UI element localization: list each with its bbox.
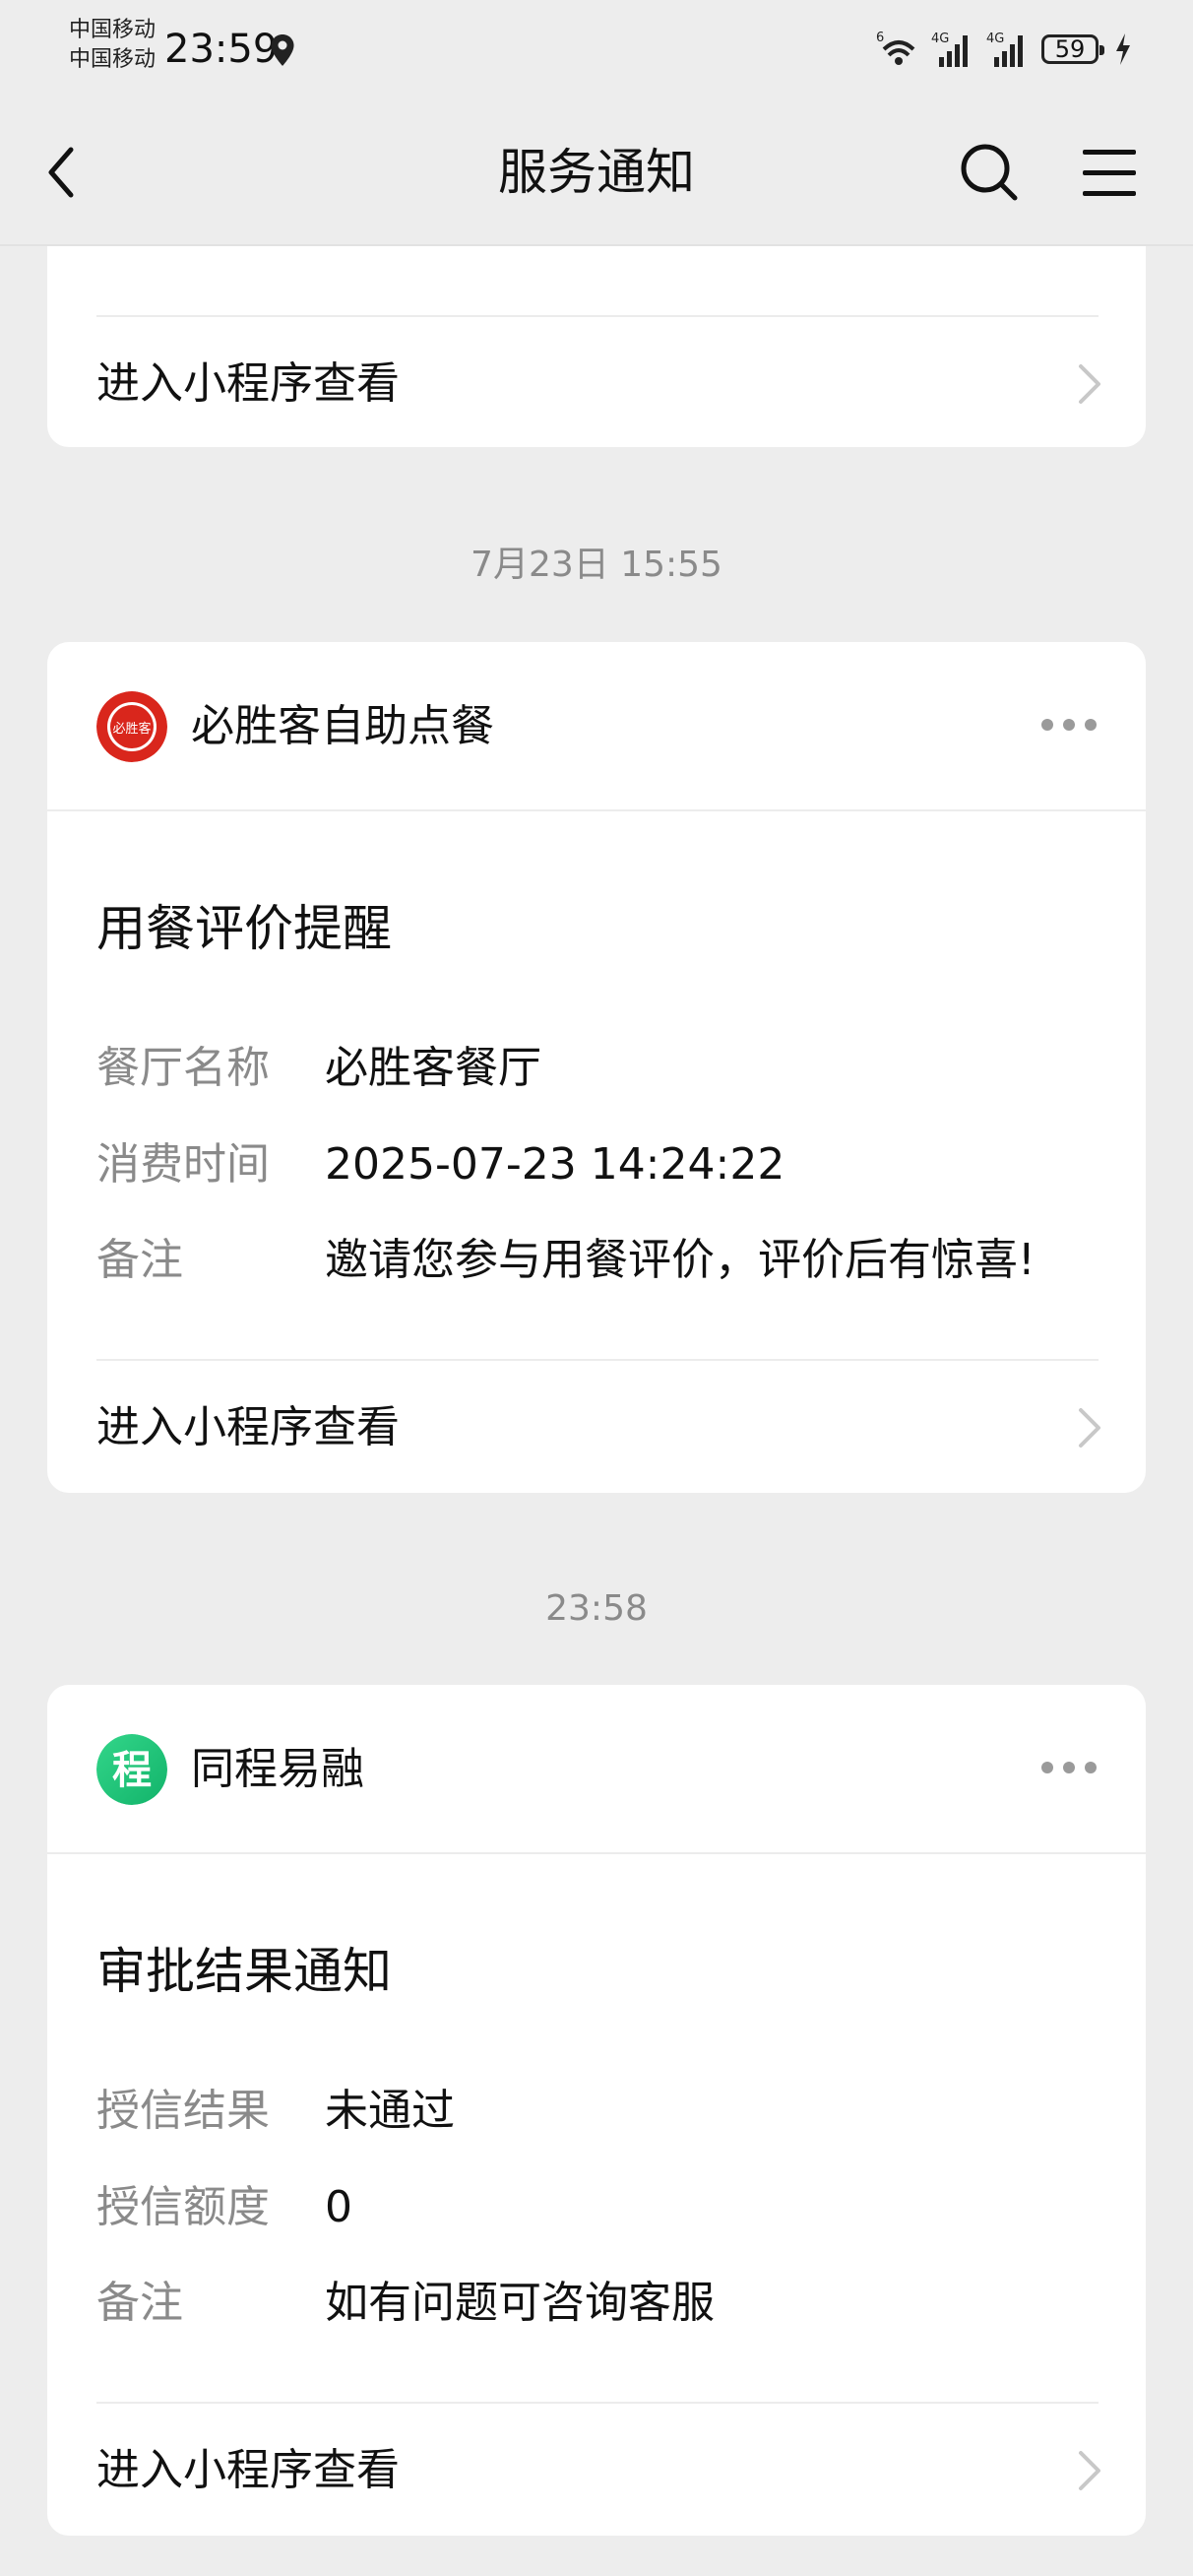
detail-key: 消费时间: [96, 1139, 270, 1190]
enter-mini-program-link[interactable]: 进入小程序查看: [96, 354, 400, 414]
nav-bar: 服务通知: [0, 98, 1193, 246]
signal-label-1: 4G: [931, 32, 949, 46]
detail-value: 邀请您参与用餐评价，评价后有惊喜!: [325, 1235, 1036, 1285]
app-logo-text: 必胜客: [112, 721, 151, 737]
chevron-right-icon[interactable]: [1077, 362, 1102, 406]
more-options-icon[interactable]: [1041, 715, 1097, 735]
carrier-1: 中国移动: [69, 18, 157, 42]
detail-key: 餐厅名称: [96, 1043, 270, 1093]
search-icon[interactable]: [959, 142, 1020, 203]
wifi-icon: 6: [876, 31, 915, 65]
signal-icon-2: 4G: [986, 32, 1023, 67]
more-options-icon[interactable]: [1041, 1758, 1097, 1777]
app-name: 同程易融: [191, 1744, 364, 1794]
notification-title: 审批结果通知: [96, 1943, 392, 2000]
status-time: 23:59: [164, 27, 279, 72]
signal-label-2: 4G: [986, 32, 1004, 46]
enter-mini-program-link[interactable]: 进入小程序查看: [96, 2441, 400, 2500]
card-header[interactable]: 程 同程易融: [47, 1685, 1146, 1854]
detail-value: 未通过: [325, 2086, 455, 2136]
enter-mini-program-link[interactable]: 进入小程序查看: [96, 1398, 400, 1457]
menu-icon[interactable]: [1079, 146, 1140, 201]
detail-key: 备注: [96, 2278, 183, 2328]
message-timestamp: 7月23日 15:55: [471, 545, 722, 585]
charging-icon: [1116, 33, 1130, 65]
detail-key: 备注: [96, 1235, 183, 1285]
detail-key: 授信额度: [96, 2182, 270, 2232]
status-icons: 6 4G 4G 59: [876, 28, 1132, 71]
signal-icon-1: 4G: [931, 32, 968, 67]
carrier-2: 中国移动: [69, 47, 157, 72]
app-logo: 必胜客: [96, 691, 167, 762]
status-bar: 中国移动 中国移动 23:59 6 4G 4G 59: [0, 0, 1193, 98]
chevron-right-icon[interactable]: [1077, 2449, 1102, 2492]
detail-value: 必胜客餐厅: [325, 1043, 541, 1093]
notification-title: 用餐评价提醒: [96, 900, 392, 957]
notification-card: 必胜客 必胜客自助点餐 用餐评价提醒 餐厅名称 必胜客餐厅 消费时间 2025-…: [47, 642, 1146, 1493]
battery-indicator: 59: [1041, 34, 1104, 64]
location-icon: [271, 34, 294, 66]
detail-key: 授信结果: [96, 2086, 270, 2136]
message-timestamp: 23:58: [545, 1588, 648, 1629]
notification-card: 程 同程易融 审批结果通知 授信结果 未通过 授信额度 0 备注 如有问题可咨询…: [47, 1685, 1146, 2536]
wifi-label: 6: [876, 31, 884, 45]
card-divider: [96, 1359, 1099, 1361]
card-divider: [96, 2402, 1099, 2404]
app-logo: 程: [96, 1734, 167, 1805]
detail-value: 如有问题可咨询客服: [325, 2278, 715, 2328]
detail-value: 2025-07-23 14:24:22: [325, 1139, 785, 1190]
app-logo-text: 程: [112, 1748, 152, 1793]
card-header[interactable]: 必胜客 必胜客自助点餐: [47, 642, 1146, 811]
app-name: 必胜客自助点餐: [191, 701, 494, 751]
detail-value: 0: [325, 2182, 352, 2232]
card-divider: [96, 315, 1099, 317]
chevron-right-icon[interactable]: [1077, 1406, 1102, 1449]
carrier-labels: 中国移动 中国移动: [69, 16, 156, 75]
notification-card-partial: 进入小程序查看: [47, 246, 1146, 447]
